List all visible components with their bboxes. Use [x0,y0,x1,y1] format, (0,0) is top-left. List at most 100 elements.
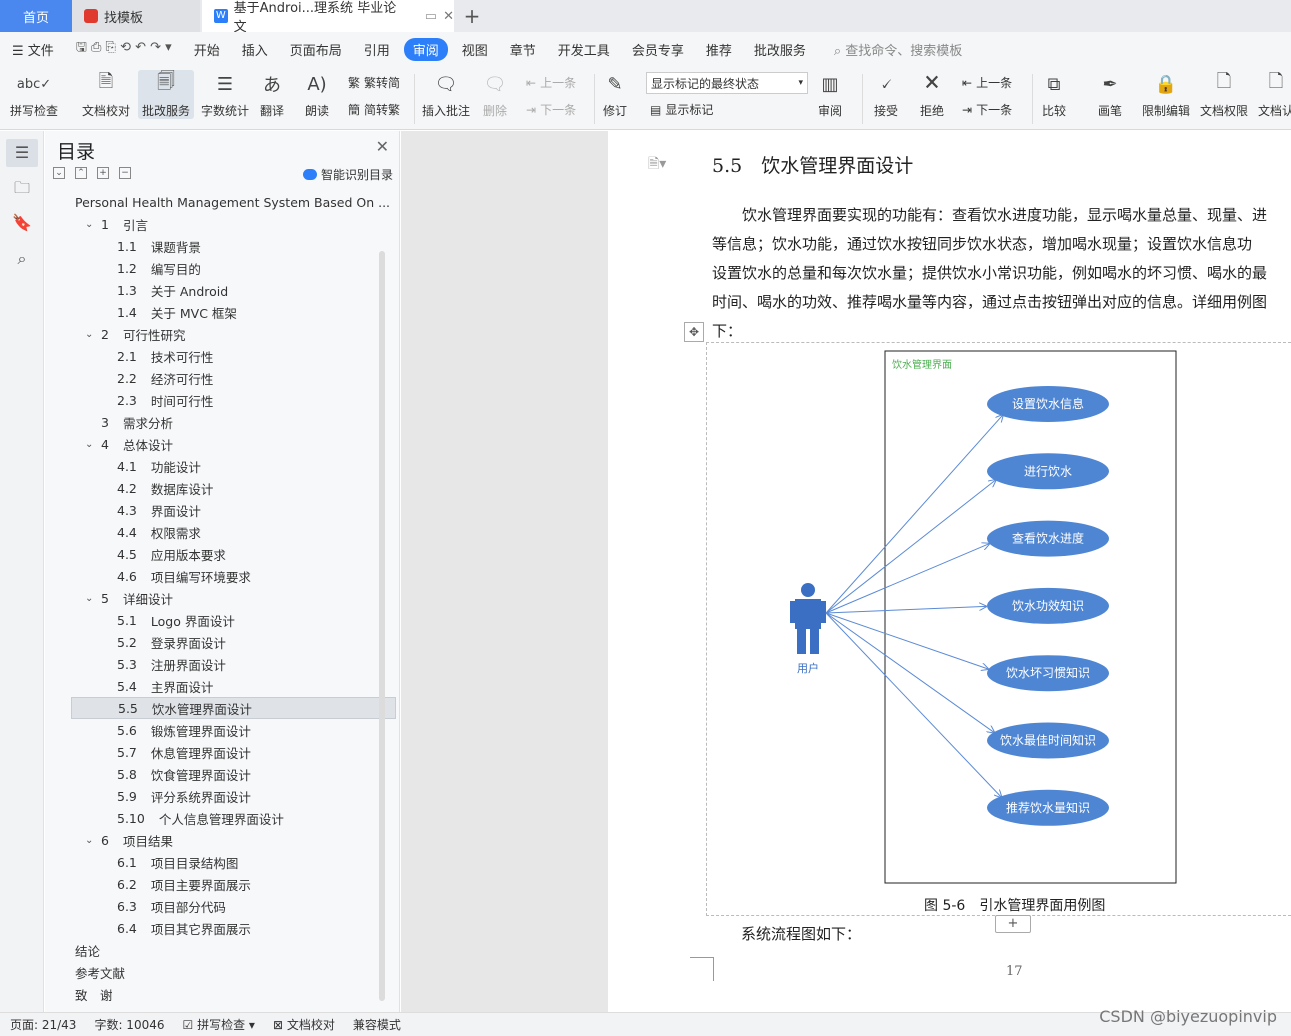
toc-item[interactable]: ⌄ 5 详细设计 [71,587,396,609]
next-comment-button[interactable]: ⇥ 下一条 [526,101,576,118]
flow-intro-text[interactable]: 系统流程图如下： [741,923,861,944]
toc-item[interactable]: 5.4 主界面设计 [71,675,396,697]
toc-item[interactable]: 5.2 登录界面设计 [71,631,396,653]
toc-item[interactable]: 4.3 界面设计 [71,499,396,521]
collapse-all-icon[interactable]: ⌄ [53,167,65,179]
toc-item[interactable]: 6.2 项目主要界面展示 [71,873,396,895]
chevron-down-icon[interactable]: ⌄ [85,593,93,604]
doc-certify-button[interactable]: 🗋 文档认 [1258,70,1291,119]
toc-item[interactable]: ⌄ 1 引言 [71,213,396,235]
toc-item[interactable]: 5.1 Logo 界面设计 [71,609,396,631]
read-aloud-button[interactable]: A) 朗读 [303,70,331,119]
toc-item[interactable]: Personal Health Management System Based … [71,191,396,213]
prev-comment-button[interactable]: ⇤ 上一条 [526,74,576,91]
toc-scrollbar[interactable] [379,251,385,1001]
toc-item[interactable]: 6.1 项目目录结构图 [71,851,396,873]
status-words[interactable]: 字数: 10046 [94,1016,164,1033]
toc-item[interactable]: ⌄ 6 项目结果 [71,829,396,851]
body-paragraph[interactable]: 饮水管理界面要实现的功能有：查看饮水进度功能，显示喝水量总量、现量、进 等信息；… [712,201,1291,346]
tab-document[interactable]: W 基于Androi...理系统 毕业论文 ▭ ✕ [202,0,454,35]
toc-panel-icon[interactable]: ☰ [6,139,38,167]
menu-correct[interactable]: 批改服务 [754,40,806,59]
next-change-button[interactable]: ⇥ 下一条 [962,101,1012,118]
correct-service-button[interactable]: 🗐 批改服务 [138,70,195,119]
toc-item[interactable]: 6.4 项目其它界面展示 [71,917,396,939]
tab-zhaomoban[interactable]: 找模板 [72,0,200,32]
translate-button[interactable]: あ翻译 [258,70,286,119]
tab-home[interactable]: 首页 [0,0,72,32]
show-marks-button[interactable]: ▤ 显示标记 [650,101,713,118]
menu-recommend[interactable]: 推荐 [706,40,732,59]
toc-item[interactable]: 4.2 数据库设计 [71,477,396,499]
find-icon[interactable]: ⌕ [12,249,32,269]
toc-item[interactable]: 4.6 项目编写环境要求 [71,565,396,587]
doc-permission-button[interactable]: 🗋 文档权限 [1200,70,1248,119]
toc-item[interactable]: 4.1 功能设计 [71,455,396,477]
remove-level-icon[interactable]: − [119,167,131,179]
close-icon[interactable]: ✕ [376,137,389,156]
toc-item[interactable]: 1.2 编写目的 [71,257,396,279]
prev-change-button[interactable]: ⇤ 上一条 [962,74,1012,91]
chevron-down-icon[interactable]: ⌄ [85,219,93,230]
spell-check-button[interactable]: abc✓ 拼写检查 [10,70,58,119]
menu-member[interactable]: 会员专享 [632,40,684,59]
toc-item[interactable]: 5.10 个人信息管理界面设计 [71,807,396,829]
toc-item[interactable]: 1.4 关于 MVC 框架 [71,301,396,323]
menu-reference[interactable]: 引用 [364,40,390,59]
toc-item[interactable]: 5.7 休息管理界面设计 [71,741,396,763]
toc-item[interactable]: 致 谢 [71,983,396,1005]
doc-format-icon[interactable]: 🗎▾ [648,153,666,177]
close-tab-icon[interactable]: ✕ [443,9,454,24]
revise-button[interactable]: ✎ 修订 [601,70,629,119]
trad-to-simp-button[interactable]: 繁繁转简 [348,74,400,91]
screen-icon[interactable]: ▭ [425,9,437,24]
toc-item[interactable]: 5.3 注册界面设计 [71,653,396,675]
insert-comment-button[interactable]: 🗨 插入批注 [422,70,470,119]
toc-item[interactable]: 参考文献 [71,961,396,983]
pen-button[interactable]: ✒ 画笔 [1096,70,1124,119]
chevron-down-icon[interactable]: ⌄ [85,835,93,846]
toc-item[interactable]: 4.5 应用版本要求 [71,543,396,565]
expand-up-icon[interactable]: ⌃ [75,167,87,179]
menu-review[interactable]: 审阅 [403,37,448,61]
toc-item[interactable]: 4.4 权限需求 [71,521,396,543]
menu-insert[interactable]: 插入 [242,40,268,59]
compare-button[interactable]: ⧉ 比较 [1040,70,1068,119]
restrict-edit-button[interactable]: 🔒 限制编辑 [1142,70,1190,119]
quick-tools[interactable]: 🖫 ⎙ ⎘ ⟲ ↶ ↷ ▾ [76,38,172,60]
accept-button[interactable]: 🗸 接受 [872,70,900,119]
ai-toc-button[interactable]: 智能识别目录 [302,166,393,183]
add-below-button[interactable]: + [995,915,1031,933]
bookmark-icon[interactable]: 🔖 [12,213,32,233]
use-case-diagram[interactable]: 饮水管理界面 用户 设置饮水信息进行饮水查看饮水进度饮水功效知识饮水坏习惯知识饮… [768,345,1188,890]
menu-layout[interactable]: 页面布局 [290,40,342,59]
menu-view[interactable]: 视图 [462,40,488,59]
chevron-down-icon[interactable]: ⌄ [85,439,93,450]
toc-item[interactable]: 2.3 时间可行性 [71,389,396,411]
move-handle-icon[interactable]: ✥ [684,322,704,342]
add-level-icon[interactable]: + [97,167,109,179]
toc-item[interactable]: 2.1 技术可行性 [71,345,396,367]
toc-item[interactable]: 结论 [71,939,396,961]
simp-to-trad-button[interactable]: 簡简转繁 [348,101,400,118]
menu-chapter[interactable]: 章节 [510,40,536,59]
section-heading[interactable]: 5.5 饮水管理界面设计 [712,151,913,178]
reject-button[interactable]: 🗙 拒绝 [918,70,946,119]
toc-item[interactable]: 5.6 锻炼管理界面设计 [71,719,396,741]
toc-item[interactable]: ⌄ 4 总体设计 [71,433,396,455]
markup-state-select[interactable]: 显示标记的最终状态 ▾ [646,72,808,94]
delete-comment-button[interactable]: 🗨 删除 [481,70,509,119]
status-proof[interactable]: ⊠ 文档校对 [273,1016,335,1033]
toc-item[interactable]: ⌄ 2 可行性研究 [71,323,396,345]
menu-start[interactable]: 开始 [194,40,220,59]
toc-item[interactable]: 6.3 项目部分代码 [71,895,396,917]
new-tab-button[interactable]: + [458,0,486,32]
toc-item[interactable]: 5.9 评分系统界面设计 [71,785,396,807]
status-page[interactable]: 页面: 21/43 [10,1016,76,1033]
menu-devtools[interactable]: 开发工具 [558,40,610,59]
review-pane-button[interactable]: ▥ 审阅 [816,70,844,119]
proofread-button[interactable]: 🗎 文档校对 [82,70,130,119]
figure-caption[interactable]: 图 5-6 引水管理界面用例图 [924,895,1105,915]
menu-file[interactable]: ☰ 文件 [12,40,54,59]
toc-item[interactable]: 5.5 饮水管理界面设计 [71,697,396,719]
